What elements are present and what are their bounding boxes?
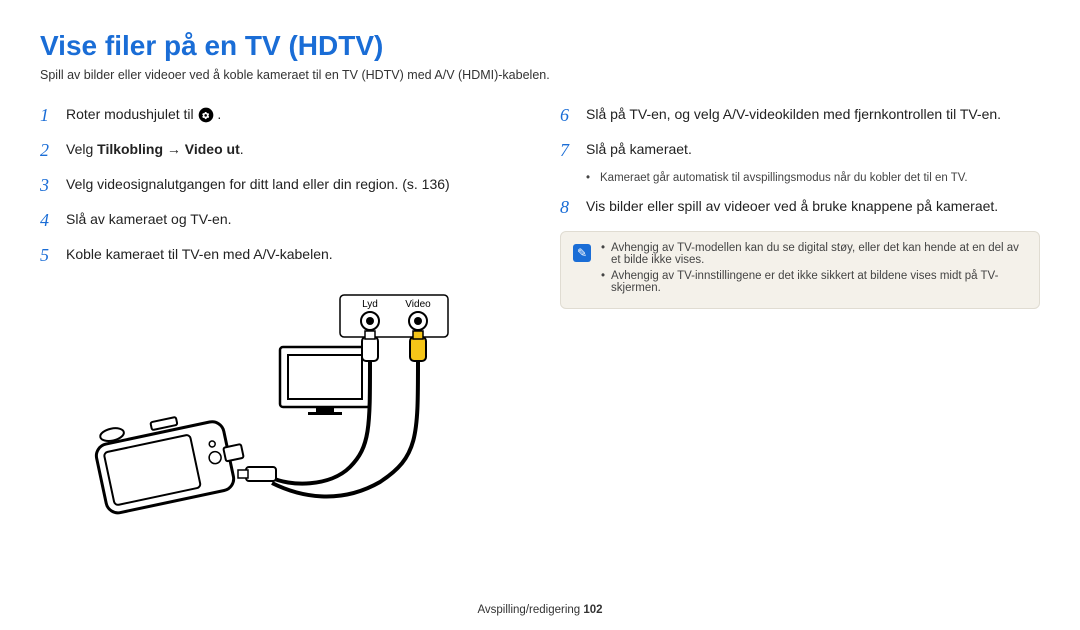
diagram-video-label: Video xyxy=(405,299,431,310)
right-column: 6 Slå på TV-en, og velg A/V-videokilden … xyxy=(560,102,1040,520)
step-num-6: 6 xyxy=(560,102,576,129)
step-num-7: 7 xyxy=(560,137,576,164)
step2-arrow: → xyxy=(163,141,185,157)
info-note-1: Avhengig av TV-modellen kan du se digita… xyxy=(611,242,1027,266)
step-num-4: 4 xyxy=(40,207,56,234)
step6-text: Slå på TV-en, og velg A/V-videokilden me… xyxy=(586,102,1001,129)
diagram-camera-tv: Lyd Video xyxy=(40,287,520,520)
step7-note: •Kameraet går automatisk til avspillings… xyxy=(586,172,1040,184)
step5-text: Koble kameraet til TV-en med A/V-kabelen… xyxy=(66,242,333,269)
step-num-5: 5 xyxy=(40,242,56,269)
step7-text: Slå på kameraet. xyxy=(586,137,692,164)
step-num-3: 3 xyxy=(40,172,56,199)
step1-post: . xyxy=(217,106,221,122)
step-1: 1 Roter modushjulet til . xyxy=(40,102,520,129)
page-footer: Avspilling/redigering 102 xyxy=(0,604,1080,616)
gear-icon xyxy=(198,106,218,122)
step2-post: . xyxy=(240,141,244,157)
step-5: 5 Koble kameraet til TV-en med A/V-kabel… xyxy=(40,242,520,269)
left-column: 1 Roter modushjulet til . 2 Velg Tilkobl… xyxy=(40,102,520,520)
step-num-1: 1 xyxy=(40,102,56,129)
info-icon: ✎ xyxy=(573,244,591,262)
step-num-8: 8 xyxy=(560,194,576,221)
diagram-lyd-label: Lyd xyxy=(362,299,378,310)
footer-page: 102 xyxy=(583,604,602,616)
info-note-2: Avhengig av TV-innstillingene er det ikk… xyxy=(611,270,1027,294)
step4-text: Slå av kameraet og TV-en. xyxy=(66,207,232,234)
step2-bold1: Tilkobling xyxy=(97,141,163,157)
step-7: 7 Slå på kameraet. xyxy=(560,137,1040,164)
step1-pre: Roter modushjulet til xyxy=(66,106,198,122)
step-3: 3 Velg videosignalutgangen for ditt land… xyxy=(40,172,520,199)
step-8: 8 Vis bilder eller spill av videoer ved … xyxy=(560,194,1040,221)
info-box: ✎ •Avhengig av TV-modellen kan du se dig… xyxy=(560,231,1040,309)
step-2: 2 Velg Tilkobling → Video ut. xyxy=(40,137,520,164)
page-subtitle: Spill av bilder eller videoer ved å kobl… xyxy=(40,68,1040,82)
step-4: 4 Slå av kameraet og TV-en. xyxy=(40,207,520,234)
step2-pre: Velg xyxy=(66,141,97,157)
step-num-2: 2 xyxy=(40,137,56,164)
step8-text: Vis bilder eller spill av videoer ved å … xyxy=(586,194,998,221)
page-title: Vise filer på en TV (HDTV) xyxy=(40,30,1040,62)
step2-bold2: Video ut xyxy=(185,141,240,157)
step3-text: Velg videosignalutgangen for ditt land e… xyxy=(66,172,450,199)
footer-section: Avspilling/redigering xyxy=(477,604,583,616)
step7-note-text: Kameraet går automatisk til avspillingsm… xyxy=(600,172,968,184)
step-6: 6 Slå på TV-en, og velg A/V-videokilden … xyxy=(560,102,1040,129)
